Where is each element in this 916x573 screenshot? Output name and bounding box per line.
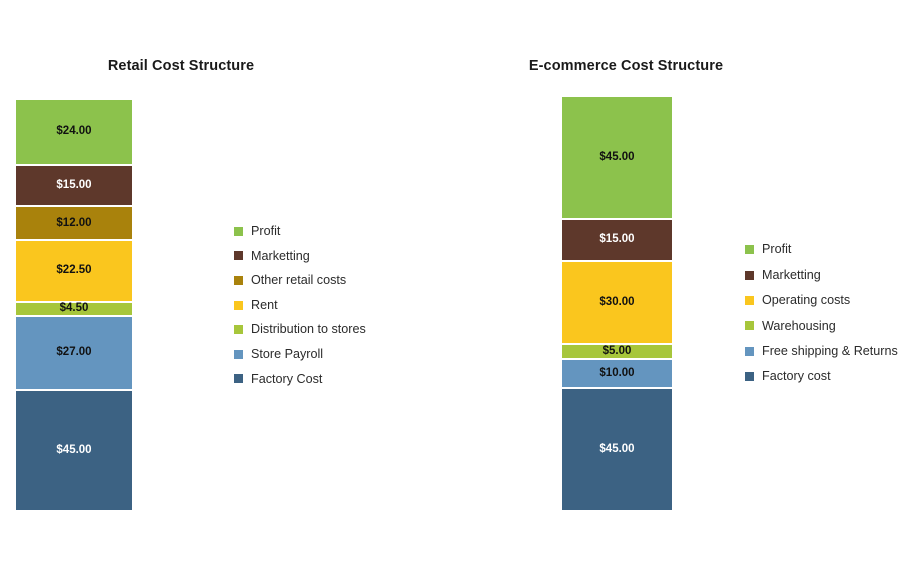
bar-segment-value: $4.50 <box>59 302 89 315</box>
retail-legend: Profit Marketting Other retail costs Rent Di… <box>234 219 366 391</box>
legend-item[interactable]: Factory Cost <box>234 367 366 392</box>
retail-stacked-bar: $24.00 $15.00 $12.00 $22.50 $4.50 $27.00 $45.0… <box>16 99 132 512</box>
legend-swatch-icon <box>745 270 754 280</box>
legend-item-label: Profit <box>251 224 281 238</box>
legend-item-label: Marketting <box>762 267 821 282</box>
legend-item-label: Operating costs <box>762 293 851 308</box>
legend-item-label: Free shipping & Returns <box>762 343 898 358</box>
bar-segment: $27.00 <box>16 315 132 390</box>
legend-item[interactable]: Profit <box>745 237 898 262</box>
bar-segment-value: $30.00 <box>599 295 635 308</box>
legend-item-label: Rent <box>251 297 278 312</box>
bar-segment-value: $45.00 <box>599 150 635 163</box>
legend-item[interactable]: Other retail costs <box>234 268 366 293</box>
bar-segment-value: $15.00 <box>599 233 635 246</box>
bar-segment: $45.00 <box>562 388 672 511</box>
legend-item-label: Warehousing <box>762 318 836 333</box>
legend-item[interactable]: Marketting <box>234 244 366 269</box>
bar-segment: $15.00 <box>562 218 672 262</box>
legend-item-label: Profit <box>762 242 792 257</box>
legend-swatch-icon <box>234 226 243 236</box>
legend-item[interactable]: Operating costs <box>745 288 898 313</box>
bar-segment: $5.00 <box>562 343 672 360</box>
legend-item[interactable]: Free shipping & Returns <box>745 339 898 364</box>
legend-item[interactable]: Marketting <box>745 262 898 287</box>
legend-item[interactable]: Distribution to stores <box>234 317 366 342</box>
bar-segment-value: $12.00 <box>56 216 92 229</box>
legend-swatch-icon <box>745 245 754 255</box>
legend-item-label: Marketting <box>251 248 310 263</box>
bar-segment: $10.00 <box>562 359 672 389</box>
legend-item[interactable]: Rent <box>234 293 366 318</box>
bar-segment: $4.50 <box>16 302 132 316</box>
bar-segment: $45.00 <box>562 96 672 219</box>
bar-segment-value: $10.00 <box>599 366 635 379</box>
bar-segment-value: $15.00 <box>56 178 92 191</box>
bar-segment: $12.00 <box>16 206 132 241</box>
bar-segment: $22.50 <box>16 240 132 303</box>
legend-swatch-icon <box>745 295 754 305</box>
retail-chart-panel: Retail Cost Structure $24.00 $15.00 $12.00… <box>0 0 458 573</box>
bar-segment: $15.00 <box>16 164 132 207</box>
bar-segment: $45.00 <box>16 389 132 512</box>
retail-chart-title: Retail Cost Structure <box>107 58 255 74</box>
legend-swatch-icon <box>234 251 243 261</box>
bar-segment-value: $45.00 <box>56 443 92 456</box>
ecommerce-chart-title: E-commerce Cost Structure <box>528 58 724 74</box>
legend-item-label: Factory Cost <box>251 371 323 386</box>
legend-item-label: Store Payroll <box>251 346 324 361</box>
bar-segment-value: $22.50 <box>56 264 92 277</box>
bar-segment: $24.00 <box>16 99 132 165</box>
legend-item[interactable]: Factory cost <box>745 364 898 389</box>
legend-swatch-icon <box>234 374 243 384</box>
bar-segment: $30.00 <box>562 261 672 344</box>
bar-segment-value: $45.00 <box>599 442 635 455</box>
legend-swatch-icon <box>234 325 243 335</box>
ecommerce-chart-panel: E-commerce Cost Structure $45.00 $15.00 $3… <box>458 0 916 573</box>
legend-item-label: Distribution to stores <box>251 322 366 337</box>
legend-swatch-icon <box>745 372 754 382</box>
legend-swatch-icon <box>234 275 243 285</box>
legend-swatch-icon <box>234 300 243 310</box>
legend-item-label: Other retail costs <box>251 273 347 288</box>
legend-item[interactable]: Warehousing <box>745 313 898 338</box>
legend-item[interactable]: Profit <box>234 219 366 244</box>
legend-swatch-icon <box>745 346 754 356</box>
legend-swatch-icon <box>745 321 754 331</box>
legend-item-label: Factory cost <box>762 369 831 384</box>
ecommerce-stacked-bar: $45.00 $15.00 $30.00 $5.00 $10.00 $45.00 <box>562 96 672 511</box>
bar-segment-value: $24.00 <box>56 125 92 138</box>
ecommerce-legend: Profit Marketting Operating costs Warehousi… <box>745 237 898 389</box>
chart-canvas: Retail Cost Structure $24.00 $15.00 $12.00… <box>0 0 916 573</box>
bar-segment-value: $27.00 <box>56 346 92 359</box>
bar-segment-value: $5.00 <box>602 344 632 357</box>
legend-swatch-icon <box>234 349 243 359</box>
legend-item[interactable]: Store Payroll <box>234 342 366 367</box>
